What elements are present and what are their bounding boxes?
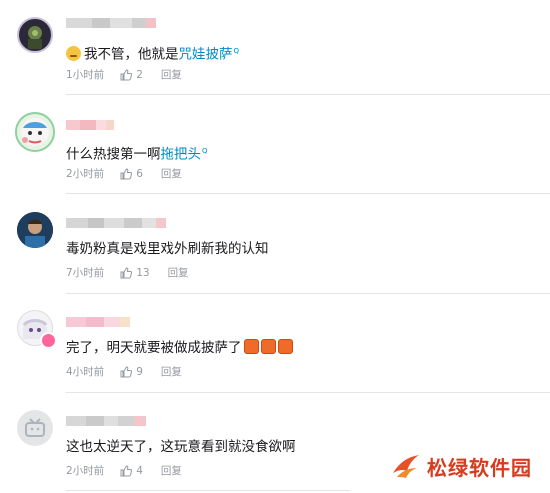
comment-text: 什么热搜第一啊拖把头Q: [66, 146, 208, 163]
like-button[interactable]: 4: [120, 465, 143, 477]
badge-icon: [40, 332, 57, 349]
divider: [66, 293, 550, 294]
search-link[interactable]: 拖把头: [161, 147, 202, 163]
comment-time: 2小时前: [66, 465, 105, 477]
comment-time: 4小时前: [66, 366, 105, 378]
reply-button[interactable]: 回复: [161, 67, 182, 82]
search-icon: Q: [202, 147, 208, 155]
reply-button[interactable]: 回复: [168, 265, 189, 280]
fire-emoji-icon: [260, 339, 276, 354]
divider: [66, 392, 550, 393]
thumbs-up-icon: [120, 266, 133, 278]
avatar[interactable]: [17, 410, 53, 446]
like-count: 4: [136, 464, 143, 477]
comment-text: 毒奶粉真是戏里戏外刷新我的认知: [66, 241, 269, 257]
comment-meta: 2小时前 6 回复: [66, 166, 182, 181]
reply-button[interactable]: 回复: [161, 166, 182, 181]
username-blurred[interactable]: [66, 18, 156, 28]
thumbs-up-icon: [120, 365, 133, 377]
comment-meta: 2小时前 4 回复: [66, 463, 182, 478]
reply-button[interactable]: 回复: [161, 463, 182, 478]
reply-button[interactable]: 回复: [161, 364, 182, 379]
like-count: 13: [136, 266, 150, 279]
watermark-text: 松绿软件园: [427, 455, 532, 480]
comment-time: 2小时前: [66, 168, 105, 180]
divider: [66, 490, 350, 491]
smile-emoji-icon: [66, 45, 81, 61]
tv-icon: [25, 418, 45, 437]
avatar[interactable]: [15, 112, 55, 152]
pine-logo-icon: [393, 455, 419, 478]
username-blurred[interactable]: [66, 317, 130, 327]
comment-meta: 1小时前 2 回复: [66, 67, 182, 82]
search-link[interactable]: 咒娃披萨: [179, 47, 233, 63]
comment-text: 完了，明天就要被做成披萨了: [66, 339, 293, 357]
watermark: 松绿软件园: [389, 451, 532, 481]
comment-meta: 4小时前 9 回复: [66, 364, 182, 379]
search-icon: Q: [233, 47, 240, 55]
avatar[interactable]: [17, 212, 53, 248]
divider: [66, 193, 550, 194]
comment-time: 1小时前: [66, 69, 105, 81]
like-count: 6: [136, 167, 143, 180]
avatar[interactable]: [17, 17, 53, 53]
like-button[interactable]: 2: [120, 69, 143, 81]
thumbs-up-icon: [120, 68, 133, 80]
comment-meta: 7小时前 13 回复: [66, 265, 189, 280]
username-blurred[interactable]: [66, 120, 114, 130]
username-blurred[interactable]: [66, 416, 146, 426]
like-button[interactable]: 6: [120, 168, 143, 180]
thumbs-up-icon: [120, 167, 133, 179]
fire-emoji-icon: [243, 339, 259, 354]
comment-text: 我不管，他就是咒娃披萨Q: [66, 42, 239, 64]
comment-text: 这也太逆天了，这玩意看到就没食欲啊: [66, 439, 296, 455]
like-count: 2: [136, 68, 143, 81]
comment-time: 7小时前: [66, 267, 105, 279]
thumbs-up-icon: [120, 464, 133, 476]
like-count: 9: [136, 365, 143, 378]
like-button[interactable]: 9: [120, 366, 143, 378]
divider: [66, 94, 550, 95]
like-button[interactable]: 13: [120, 266, 150, 279]
fire-emoji-icon: [277, 339, 293, 354]
username-blurred[interactable]: [66, 218, 166, 228]
